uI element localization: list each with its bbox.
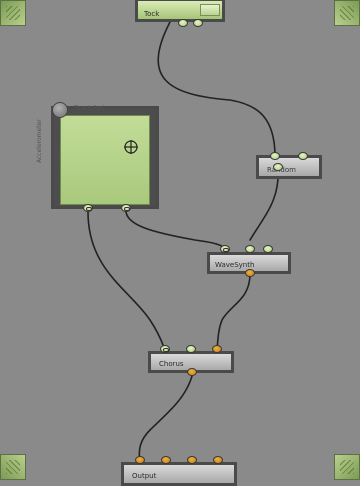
xy-pad-output-y-port[interactable] [121, 204, 131, 212]
patch-canvas[interactable]: Tock Touch Pad Accelerometer Random Wave… [0, 0, 360, 486]
wire-pad-to-chorus [87, 211, 166, 351]
xy-pad-label: Touch Pad [74, 105, 104, 112]
top-right-resize-handle-icon[interactable] [334, 0, 360, 26]
xy-pad-node[interactable]: Touch Pad Accelerometer [36, 105, 159, 209]
output-input-port-4[interactable] [213, 456, 223, 464]
output-node[interactable]: Output [121, 462, 237, 486]
random-input-port-2[interactable] [298, 152, 308, 160]
crosshair-icon[interactable] [124, 140, 138, 154]
tock-output-port-2[interactable] [193, 19, 203, 27]
wavesynth-input-port-3[interactable] [263, 245, 273, 253]
patch-wires [87, 21, 279, 462]
output-input-port-3[interactable] [187, 456, 197, 464]
wire-chorus-to-output [138, 375, 193, 462]
wavesynth-audio-out-port[interactable] [245, 269, 255, 277]
wire-tock-to-random [157, 21, 276, 158]
wavesynth-input-port-1[interactable] [220, 245, 230, 253]
output-input-port-2[interactable] [161, 456, 171, 464]
bottom-left-resize-handle-icon[interactable] [0, 454, 26, 480]
xy-pad-side-label: Accelerometer [36, 119, 43, 163]
random-input-port[interactable] [270, 152, 280, 160]
xy-pad-output-x-port[interactable] [83, 204, 93, 212]
top-left-resize-handle-icon[interactable] [0, 0, 26, 26]
xy-pad-knob[interactable] [52, 102, 68, 118]
random-node[interactable]: Random [256, 155, 322, 179]
wavesynth-node-label: WaveSynth [215, 261, 255, 269]
chorus-input-port-1[interactable] [160, 345, 170, 353]
chorus-node-label: Chorus [159, 360, 184, 368]
wire-pad-to-wavesynth [125, 211, 226, 249]
xy-pad-surface[interactable] [60, 115, 150, 205]
chorus-audio-out-port[interactable] [187, 368, 197, 376]
chorus-input-port-2[interactable] [186, 345, 196, 353]
bottom-right-resize-handle-icon[interactable] [334, 454, 360, 480]
tock-button[interactable] [200, 4, 220, 16]
random-output-port[interactable] [273, 163, 283, 171]
wavesynth-input-port-2[interactable] [245, 245, 255, 253]
output-input-port-1[interactable] [135, 456, 145, 464]
tock-output-port[interactable] [178, 19, 188, 27]
chorus-audio-in-port[interactable] [212, 345, 222, 353]
output-node-label: Output [132, 472, 157, 480]
wire-wavesynth-to-chorus [216, 273, 251, 351]
